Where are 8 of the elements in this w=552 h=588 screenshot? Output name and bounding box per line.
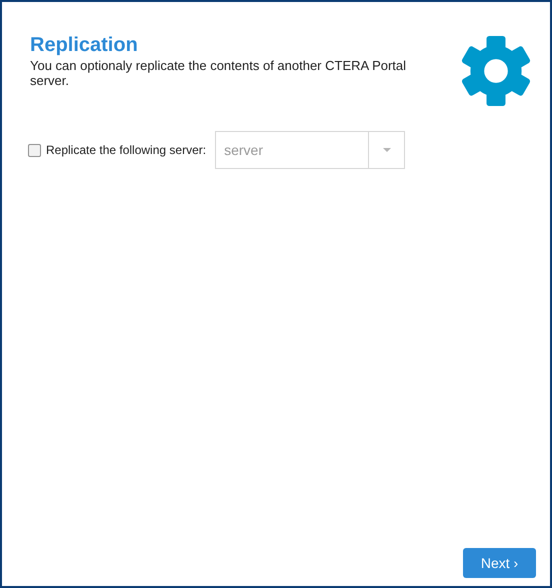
caret-icon: [382, 148, 391, 152]
gear-icon: [460, 33, 532, 109]
replicate-label: Replicate the following server:: [46, 142, 206, 159]
next-button[interactable]: Next ›: [463, 548, 536, 578]
page-title: Replication: [30, 33, 139, 57]
replicate-checkbox[interactable]: [28, 144, 41, 156]
server-select[interactable]: server: [215, 131, 406, 169]
description-text: You can optionaly replicate the contents of another CTERA Portal server.: [30, 58, 408, 88]
